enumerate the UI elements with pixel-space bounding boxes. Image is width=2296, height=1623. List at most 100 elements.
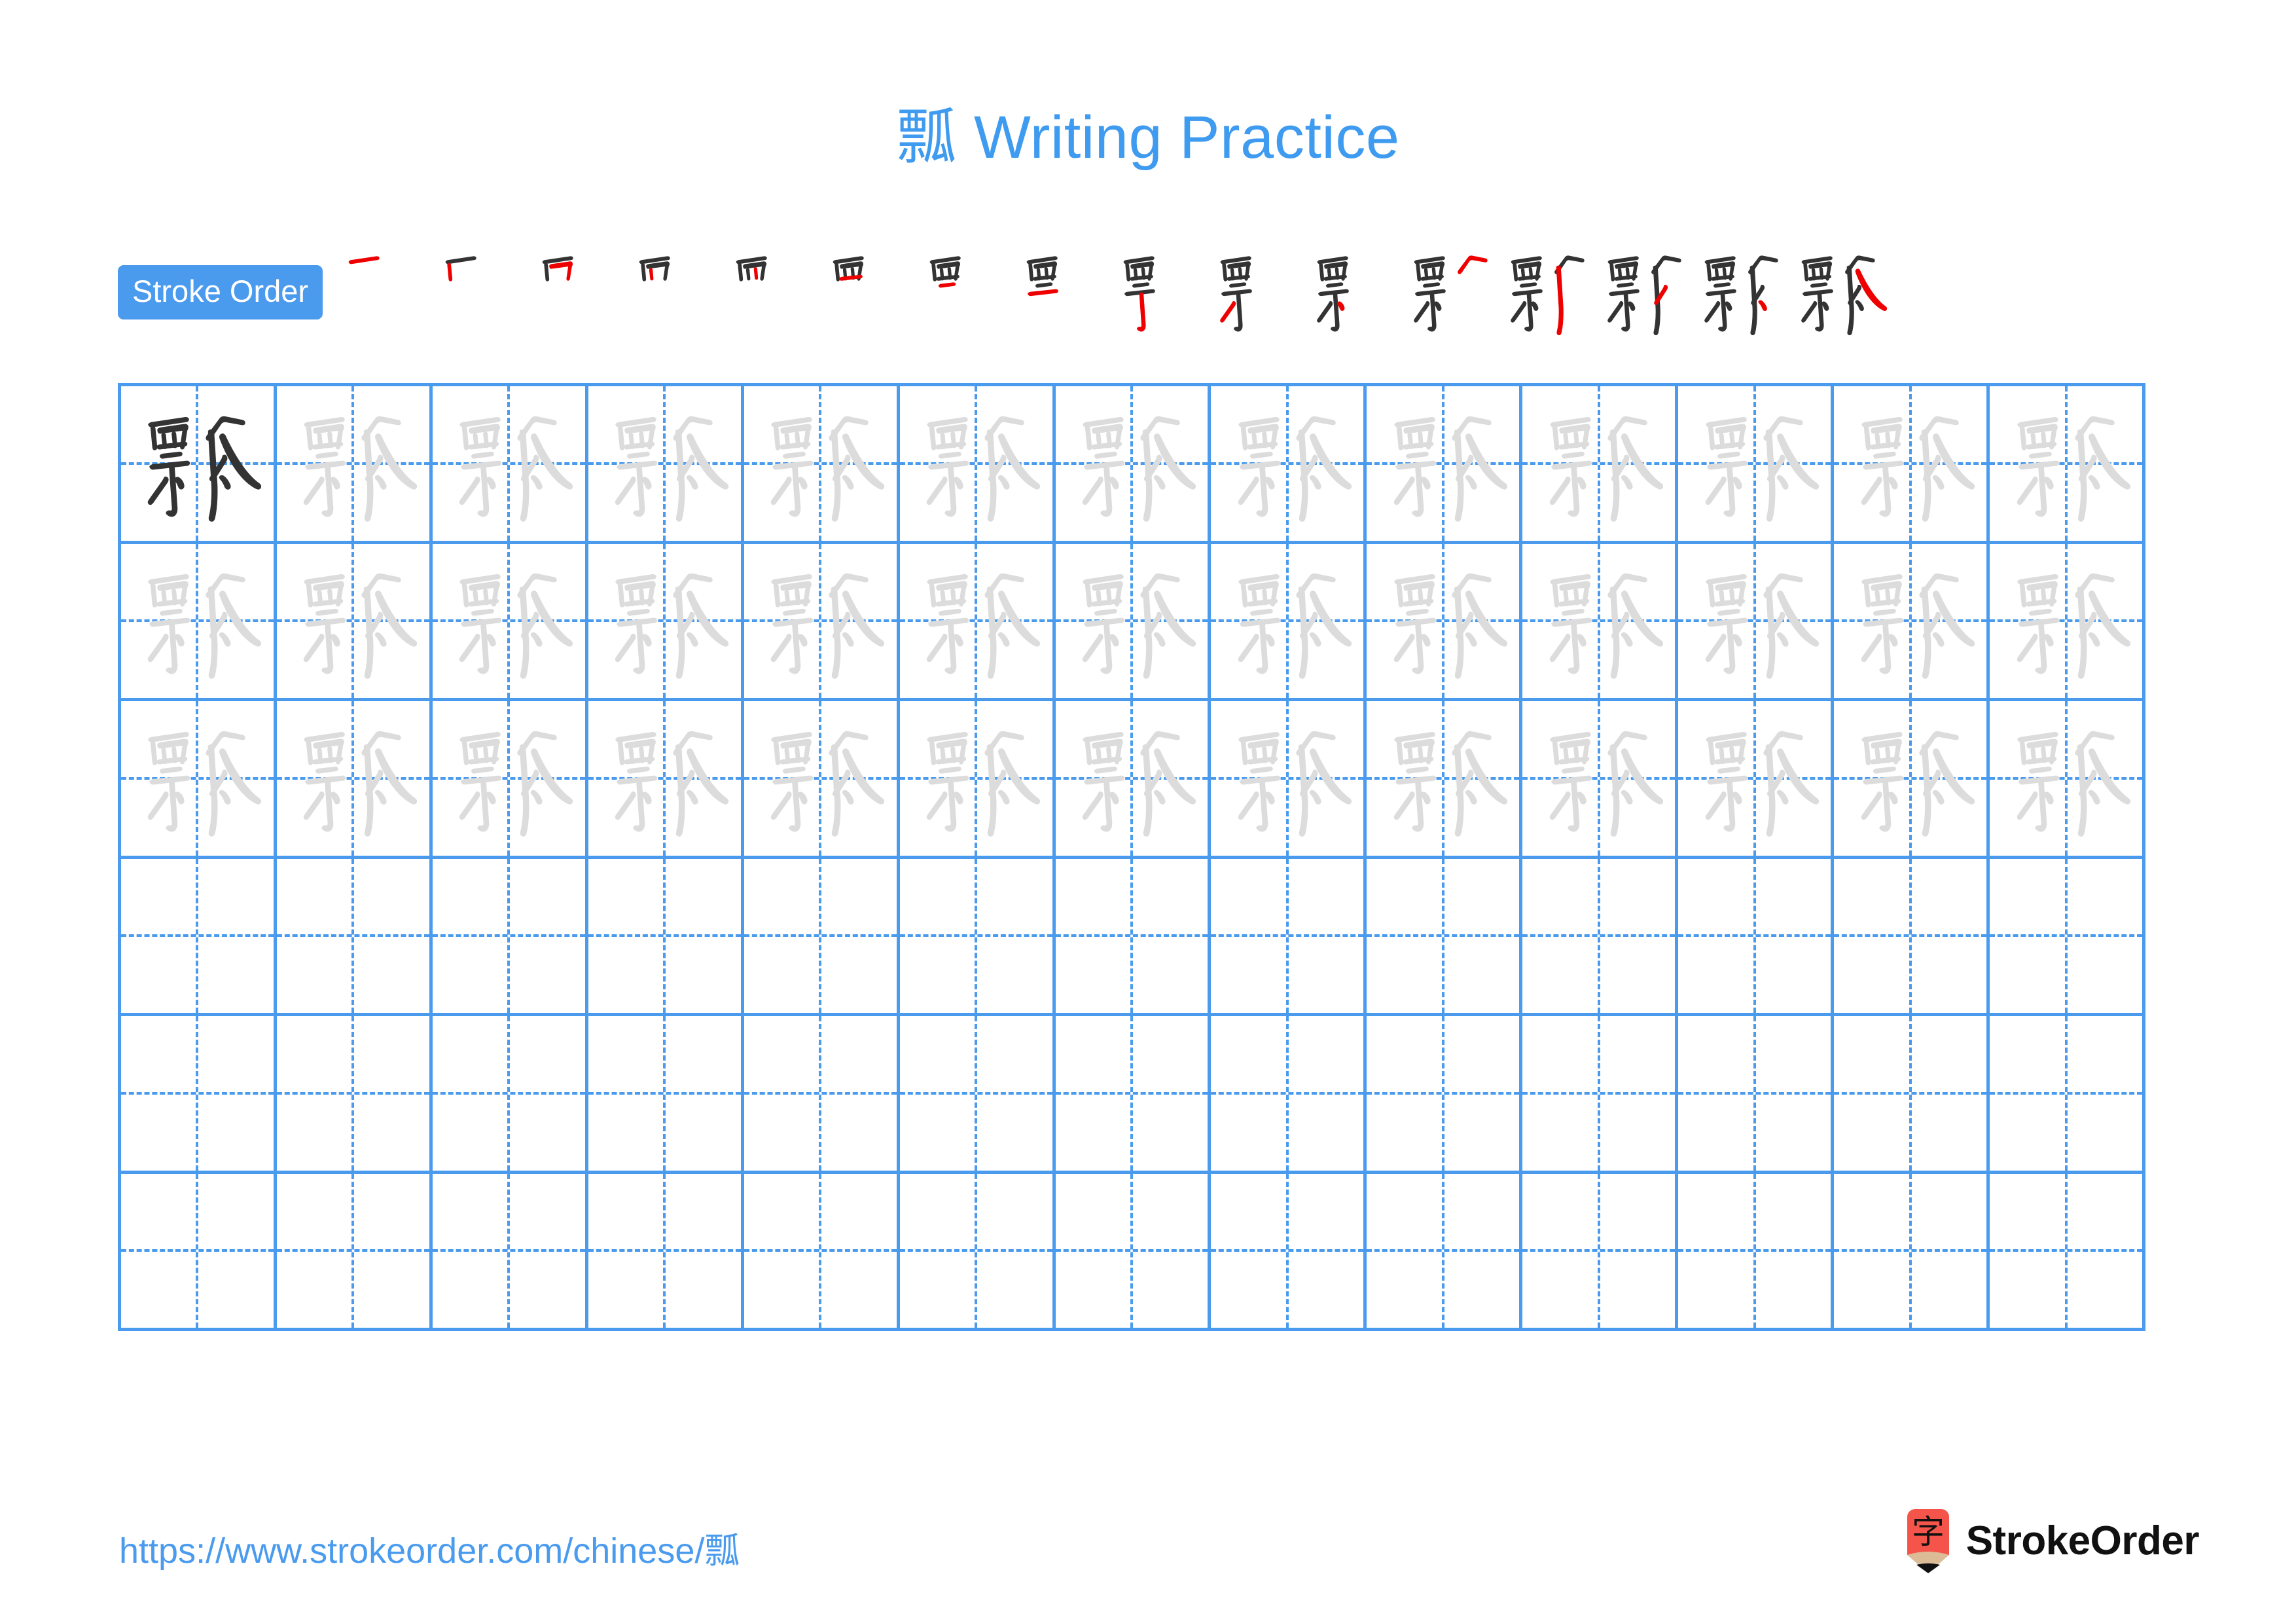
practice-cell-r4-c11[interactable] [1678,858,1835,1013]
practice-cell-r4-c13[interactable] [1990,858,2145,1013]
practice-cell-r2-c2[interactable] [277,543,433,698]
practice-cell-r6-c10[interactable] [1522,1173,1679,1328]
practice-cell-r1-c9[interactable] [1367,386,1523,541]
practice-cell-r2-c10[interactable] [1522,543,1679,698]
practice-cell-r5-c6[interactable] [900,1016,1056,1171]
practice-cell-r2-c11[interactable] [1678,543,1835,698]
practice-cell-r5-c10[interactable] [1522,1016,1679,1171]
practice-cell-r4-c9[interactable] [1367,858,1523,1013]
practice-cell-r6-c13[interactable] [1990,1173,2145,1328]
trace-character [277,386,429,541]
practice-cell-r4-c1[interactable] [121,858,277,1013]
practice-cell-r2-c4[interactable] [588,543,744,698]
stroke-order-step-14 [1596,243,1693,340]
practice-cell-r1-c2[interactable] [277,386,433,541]
practice-grid-row [121,543,2145,701]
practice-cell-r1-c7[interactable] [1056,386,1211,541]
practice-cell-r5-c7[interactable] [1056,1016,1211,1171]
practice-cell-r6-c5[interactable] [744,1173,900,1328]
practice-cell-r1-c6[interactable] [900,386,1056,541]
practice-cell-r4-c4[interactable] [588,858,744,1013]
practice-cell-r1-c1[interactable] [121,386,277,541]
practice-cell-r1-c5[interactable] [744,386,900,541]
practice-cell-r4-c2[interactable] [277,858,433,1013]
practice-cell-r6-c12[interactable] [1834,1173,1990,1328]
practice-cell-r4-c3[interactable] [433,858,588,1013]
practice-cell-r2-c3[interactable] [433,543,588,698]
practice-cell-r2-c13[interactable] [1990,543,2145,698]
stroke-15-path [1621,475,1633,490]
brand-logo[interactable]: 字 StrokeOrder [1903,1509,2200,1573]
stroke-order-step-13 [1499,243,1596,340]
practice-cell-r3-c4[interactable] [588,701,744,856]
practice-cell-r1-c3[interactable] [433,386,588,541]
footer-url[interactable]: https://www.strokeorder.com/chinese/瓢 [119,1530,740,1573]
practice-cell-r1-c12[interactable] [1834,386,1990,541]
trace-character [1056,701,1208,856]
practice-cell-r4-c10[interactable] [1522,858,1679,1013]
practice-cell-r5-c1[interactable] [121,1016,277,1171]
practice-cell-r3-c2[interactable] [277,701,433,856]
stroke-15-path [531,475,543,490]
practice-cell-r5-c3[interactable] [433,1016,588,1171]
practice-cell-r3-c1[interactable] [121,701,277,856]
stroke-10-path [1801,301,1818,323]
stroke-9-path [321,464,334,517]
stroke-order-step-1 [337,243,434,340]
practice-cell-r3-c6[interactable] [900,701,1056,856]
stroke-10-path [1393,791,1415,820]
practice-cell-r5-c13[interactable] [1990,1016,2145,1171]
practice-cell-r6-c11[interactable] [1678,1173,1835,1328]
practice-cell-r2-c7[interactable] [1056,543,1211,698]
practice-cell-r3-c7[interactable] [1056,701,1211,856]
practice-cell-r5-c8[interactable] [1211,1016,1367,1171]
practice-cell-r2-c6[interactable] [900,543,1056,698]
practice-cell-r3-c11[interactable] [1678,701,1835,856]
practice-cell-r1-c10[interactable] [1522,386,1679,541]
stroke-7-path [1094,451,1117,459]
practice-cell-r3-c13[interactable] [1990,701,2145,856]
practice-cell-r1-c4[interactable] [588,386,744,541]
practice-cell-r6-c8[interactable] [1211,1173,1367,1328]
practice-cell-r3-c5[interactable] [744,701,900,856]
practice-cell-r1-c13[interactable] [1990,386,2145,541]
practice-cell-r6-c7[interactable] [1056,1173,1211,1328]
stroke-7-path [1561,766,1585,774]
practice-cell-r4-c12[interactable] [1834,858,1990,1013]
practice-cell-r2-c1[interactable] [121,543,277,698]
trace-character [1834,386,1986,541]
practice-cell-r6-c2[interactable] [277,1173,433,1328]
practice-cell-r3-c10[interactable] [1522,701,1679,856]
practice-cell-r4-c7[interactable] [1056,858,1211,1013]
practice-cell-r4-c6[interactable] [900,858,1056,1013]
practice-cell-r6-c4[interactable] [588,1173,744,1328]
stroke-7-path [1132,282,1150,288]
stroke-10-path [1238,476,1259,505]
practice-cell-r4-c8[interactable] [1211,858,1367,1013]
stroke-9-path [321,622,334,674]
practice-cell-r5-c12[interactable] [1834,1016,1990,1171]
practice-cell-r6-c9[interactable] [1367,1173,1523,1328]
practice-cell-r5-c11[interactable] [1678,1016,1835,1171]
stroke-10-path [1317,301,1333,323]
practice-cell-r2-c8[interactable] [1211,543,1367,698]
practice-cell-r5-c4[interactable] [588,1016,744,1171]
practice-cell-r2-c5[interactable] [744,543,900,698]
practice-cell-r6-c3[interactable] [433,1173,588,1328]
practice-cell-r2-c12[interactable] [1834,543,1990,698]
practice-cell-r5-c9[interactable] [1367,1016,1523,1171]
stroke-10-path [2017,791,2038,820]
practice-cell-r3-c9[interactable] [1367,701,1523,856]
practice-cell-r3-c8[interactable] [1211,701,1367,856]
practice-cell-r5-c5[interactable] [744,1016,900,1171]
practice-cell-r3-c12[interactable] [1834,701,1990,856]
practice-cell-r4-c5[interactable] [744,858,900,1013]
practice-cell-r2-c9[interactable] [1367,543,1523,698]
practice-cell-r5-c2[interactable] [277,1016,433,1171]
practice-cell-r6-c1[interactable] [121,1173,277,1328]
practice-cell-r6-c6[interactable] [900,1173,1056,1328]
practice-cell-r1-c11[interactable] [1678,386,1835,541]
stroke-15-path [1153,790,1166,805]
practice-cell-r3-c3[interactable] [433,701,588,856]
practice-cell-r1-c8[interactable] [1211,386,1367,541]
